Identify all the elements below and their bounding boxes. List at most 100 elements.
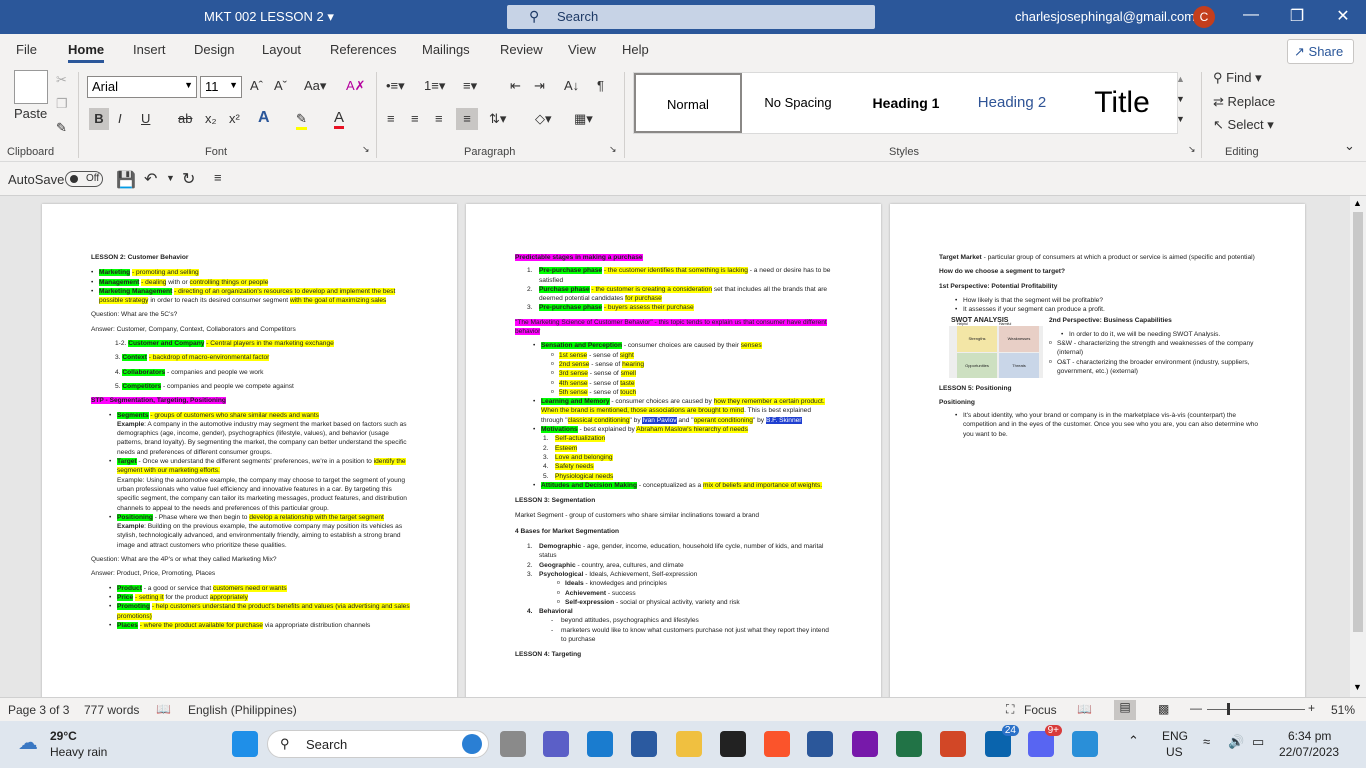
undo-icon[interactable]: ↶	[144, 169, 157, 189]
close-button[interactable]: ✕	[1320, 6, 1366, 26]
print-layout-icon[interactable]: ▤	[1114, 700, 1136, 720]
change-case-icon[interactable]: Aa▾	[304, 78, 326, 94]
file-explorer-icon[interactable]	[676, 731, 702, 757]
italic-button[interactable]: I	[118, 111, 122, 126]
align-left-icon[interactable]: ≡	[387, 111, 395, 126]
brave-icon[interactable]	[764, 731, 790, 757]
style-no-spacing[interactable]: No Spacing	[744, 73, 852, 133]
minimize-button[interactable]: —	[1228, 6, 1274, 24]
taskbar-search[interactable]: ⚲ Search	[267, 730, 489, 758]
wifi-icon[interactable]: ≈	[1203, 734, 1210, 749]
style-normal[interactable]: Normal	[634, 73, 742, 133]
tab-file[interactable]: File	[16, 42, 37, 57]
underline-button[interactable]: U	[141, 111, 150, 126]
font-color-icon[interactable]: A	[334, 109, 345, 129]
proofing-icon[interactable]: 📖	[156, 702, 171, 716]
vertical-scrollbar[interactable]: ▲ ▼	[1350, 196, 1366, 697]
highlight-icon[interactable]: ✎	[296, 111, 307, 130]
shrink-font-icon[interactable]: Aˇ	[274, 78, 287, 93]
account-email[interactable]: charlesjosephingal@gmail.com	[1015, 9, 1195, 24]
bullets-icon[interactable]: •≡▾	[386, 78, 405, 94]
tab-review[interactable]: Review	[500, 42, 543, 57]
windows-start-icon[interactable]	[232, 731, 258, 757]
store-icon[interactable]	[587, 731, 613, 757]
tab-design[interactable]: Design	[194, 42, 234, 57]
weather-icon[interactable]: ☁	[18, 730, 38, 755]
zoom-in-icon[interactable]: +	[1308, 701, 1315, 715]
multilevel-list-icon[interactable]: ≡▾	[463, 78, 477, 94]
dialog-launcher-icon[interactable]: ↘	[609, 144, 617, 155]
restore-button[interactable]: ❐	[1274, 6, 1320, 26]
app-icon[interactable]	[631, 731, 657, 757]
show-formatting-icon[interactable]: ¶	[597, 78, 604, 93]
battery-icon[interactable]: ▭	[1252, 734, 1264, 750]
web-layout-icon[interactable]: ▩	[1158, 702, 1169, 716]
tab-mailings[interactable]: Mailings	[422, 42, 470, 57]
styles-scroll-up-icon[interactable]: ▲	[1176, 74, 1185, 84]
focus-icon[interactable]: ⛶	[1006, 702, 1014, 717]
share-button[interactable]: ↗ Share	[1287, 39, 1354, 64]
weather-temp[interactable]: 29°C	[50, 729, 77, 743]
styles-more-icon[interactable]: ▼	[1176, 114, 1185, 124]
align-right-icon[interactable]: ≡	[435, 111, 443, 126]
word-count[interactable]: 777 words	[84, 703, 139, 717]
notepad-icon[interactable]	[1072, 731, 1098, 757]
notion-icon[interactable]	[720, 731, 746, 757]
decrease-indent-icon[interactable]: ⇤	[510, 78, 521, 94]
borders-icon[interactable]: ▦▾	[574, 111, 593, 127]
font-family-select[interactable]: Arial ▼	[87, 76, 197, 98]
task-view-icon[interactable]	[500, 731, 526, 757]
onenote-icon[interactable]	[852, 731, 878, 757]
sort-icon[interactable]: A↓	[564, 78, 579, 93]
numbering-icon[interactable]: 1≡▾	[424, 78, 445, 94]
teams-icon[interactable]	[543, 731, 569, 757]
style-heading-2[interactable]: Heading 2	[960, 73, 1064, 133]
tab-insert[interactable]: Insert	[133, 42, 166, 57]
style-title[interactable]: Title	[1066, 73, 1178, 133]
zoom-slider-thumb[interactable]	[1227, 703, 1230, 715]
line-spacing-icon[interactable]: ⇅▾	[489, 111, 506, 127]
zoom-out-icon[interactable]: —	[1190, 701, 1202, 715]
save-icon[interactable]: 💾	[116, 170, 136, 190]
superscript-button[interactable]: x²	[229, 111, 240, 126]
focus-button[interactable]: Focus	[1024, 703, 1057, 717]
weather-condition[interactable]: Heavy rain	[50, 745, 107, 759]
autosave-toggle[interactable]: Off	[65, 171, 103, 187]
justify-icon[interactable]: ≡	[456, 108, 478, 130]
font-size-select[interactable]: 11 ▼	[200, 76, 242, 98]
read-mode-icon[interactable]: 📖	[1077, 702, 1092, 716]
clear-formatting-icon[interactable]: A✗	[346, 78, 366, 94]
page-3[interactable]: Target Market - particular group of cons…	[890, 204, 1305, 704]
page-2[interactable]: Predictable stages in making a purchase …	[466, 204, 881, 704]
page-1[interactable]: LESSON 2: Customer Behavior Marketing - …	[42, 204, 457, 704]
search-box[interactable]: ⚲ Search	[507, 5, 875, 29]
tab-layout[interactable]: Layout	[262, 42, 301, 57]
tab-view[interactable]: View	[568, 42, 596, 57]
tab-help[interactable]: Help	[622, 42, 649, 57]
scroll-down-icon[interactable]: ▼	[1353, 682, 1362, 692]
zoom-slider[interactable]	[1207, 709, 1305, 710]
zoom-level[interactable]: 51%	[1331, 703, 1355, 717]
clock-date[interactable]: 22/07/2023	[1279, 745, 1339, 759]
copy-icon[interactable]: ❐	[56, 96, 68, 112]
text-effects-icon[interactable]: A	[258, 109, 270, 127]
document-title[interactable]: MKT 002 LESSON 2 ▾	[204, 9, 334, 25]
word-icon[interactable]	[807, 731, 833, 757]
input-region[interactable]: US	[1166, 745, 1183, 759]
clock-time[interactable]: 6:34 pm	[1288, 729, 1331, 743]
language[interactable]: English (Philippines)	[188, 703, 297, 717]
dialog-launcher-icon[interactable]: ↘	[362, 144, 370, 155]
redo-icon[interactable]: ↻	[182, 169, 195, 189]
document-canvas[interactable]: LESSON 2: Customer Behavior Marketing - …	[0, 196, 1350, 704]
input-language[interactable]: ENG	[1162, 729, 1188, 743]
strikethrough-button[interactable]: ab	[178, 111, 192, 126]
paste-button[interactable]: Paste	[14, 106, 47, 121]
chevron-up-icon[interactable]: ⌃	[1128, 733, 1139, 749]
discord-icon[interactable]: 9+	[1028, 725, 1062, 757]
undo-dropdown-icon[interactable]: ▼	[166, 173, 175, 183]
subscript-button[interactable]: x₂	[205, 111, 217, 126]
powerpoint-icon[interactable]	[940, 731, 966, 757]
mail-icon[interactable]: 24	[985, 725, 1019, 757]
dialog-launcher-icon[interactable]: ↘	[1188, 144, 1196, 155]
style-heading-1[interactable]: Heading 1	[852, 73, 960, 133]
